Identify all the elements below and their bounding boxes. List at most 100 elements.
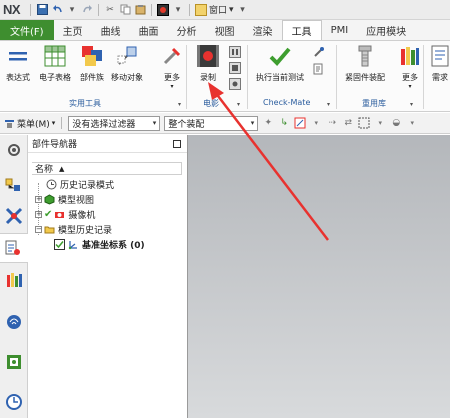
record-button[interactable]: 录制 <box>196 44 220 83</box>
tree-node-datum-csys[interactable]: 基准坐标系 (0) <box>32 237 186 252</box>
divider <box>247 45 248 109</box>
redo-icon[interactable] <box>81 4 93 16</box>
selection-scope-dropdown[interactable]: 整个装配 ▾ <box>164 115 259 131</box>
checkmark-icon: ✔ <box>44 209 53 220</box>
move-object-button[interactable]: 移动对象 <box>111 44 143 83</box>
tree-node-model-history[interactable]: − 模型历史记录 <box>32 222 186 237</box>
menu-button[interactable]: 菜单(M) ▾ <box>4 117 55 130</box>
graphics-window[interactable] <box>188 135 450 418</box>
tree-node-label: 基准坐标系 (0) <box>82 241 145 251</box>
navigator-title: 部件导航器 <box>32 140 78 150</box>
expand-icon[interactable]: + <box>35 211 42 218</box>
capture-icon[interactable] <box>229 78 241 90</box>
menu-label: 菜单(M) <box>17 119 50 130</box>
copy-icon[interactable] <box>119 4 131 16</box>
constraint-navigator-icon[interactable] <box>5 207 23 225</box>
more-reuse-button[interactable]: 更多 ▾ <box>398 44 422 90</box>
column-name-label: 名称 <box>35 165 54 175</box>
execute-test-button[interactable]: 执行当前测试 <box>256 44 304 83</box>
tab-pmi[interactable]: PMI <box>322 20 358 40</box>
tab-render[interactable]: 渲染 <box>244 20 282 40</box>
chevron-down-icon[interactable]: ▾ <box>237 4 249 16</box>
rectangle-select-icon[interactable] <box>358 117 370 129</box>
expression-label: 表达式 <box>6 73 30 82</box>
folder-icon <box>44 226 55 234</box>
fastener-assembly-button[interactable]: 紧固件装配 <box>345 44 385 83</box>
sort-ascending-icon: ▲ <box>59 164 65 173</box>
tab-applications[interactable]: 应用模块 <box>357 20 415 40</box>
selection-filter-dropdown[interactable]: 没有选择过滤器 ▾ <box>68 115 161 131</box>
chevron-down-icon[interactable]: ▾ <box>178 101 181 108</box>
record-label: 录制 <box>200 73 216 82</box>
reuse-library-icon[interactable] <box>5 271 23 289</box>
assembly-navigator-icon[interactable] <box>5 176 23 194</box>
curve-rule-icon[interactable]: ⇢ <box>326 117 338 129</box>
camera-icon <box>55 212 65 218</box>
tab-view[interactable]: 视图 <box>206 20 244 40</box>
cut-icon[interactable]: ✂ <box>104 4 116 16</box>
group-label-utility: 实用工具 <box>69 99 101 108</box>
chevron-down-icon[interactable]: ▾ <box>410 101 413 108</box>
divider <box>61 117 63 129</box>
tab-analysis[interactable]: 分析 <box>168 20 206 40</box>
stop-icon[interactable] <box>229 62 241 74</box>
face-rule-icon[interactable]: ⇄ <box>342 117 354 129</box>
undo-icon[interactable] <box>51 4 63 16</box>
expression-button[interactable]: 表达式 <box>6 44 30 83</box>
navigator-tree: 历史记录模式 + 模型视图 + ✔ 摄像机 − 模型历史记录 基准坐标系 (0) <box>32 177 186 252</box>
maximize-icon[interactable] <box>173 139 181 148</box>
checkbox-checked-icon[interactable] <box>54 239 65 250</box>
move-object-label: 移动对象 <box>111 73 143 82</box>
ribbon-tabs: 文件(F) 主页 曲线 曲面 分析 视图 渲染 工具 PMI 应用模块 <box>0 20 450 40</box>
check-icon <box>269 47 291 66</box>
collapse-icon[interactable]: − <box>35 226 42 233</box>
checkmate-report-icon[interactable] <box>313 63 325 75</box>
divider <box>423 45 424 109</box>
window-menu[interactable]: 窗口 ▾ <box>195 3 234 16</box>
chevron-down-icon[interactable]: ▾ <box>327 101 330 108</box>
tree-node-model-views[interactable]: + 模型视图 <box>32 192 186 207</box>
column-header-name[interactable]: 名称 ▲ <box>32 162 182 175</box>
spreadsheet-label: 电子表格 <box>39 73 71 82</box>
library-icon <box>401 47 419 65</box>
checkmate-tool-icon[interactable] <box>313 46 325 58</box>
gear-icon[interactable] <box>5 141 23 159</box>
clock-icon[interactable] <box>5 393 23 411</box>
expand-icon[interactable]: + <box>35 196 42 203</box>
chevron-down-icon[interactable]: ▾ <box>237 101 240 108</box>
tab-surface[interactable]: 曲面 <box>130 20 168 40</box>
tab-home[interactable]: 主页 <box>54 20 92 40</box>
view-icon[interactable]: ◒ <box>390 117 402 129</box>
tree-node-history-mode[interactable]: 历史记录模式 <box>32 177 186 192</box>
chevron-down-icon[interactable]: ▾ <box>406 117 418 129</box>
chevron-down-icon[interactable]: ▾ <box>172 4 184 16</box>
part-family-label: 部件族 <box>80 73 104 82</box>
group-label-reuse: 重用库 <box>362 99 386 108</box>
ribbon-panel: 表达式 电子表格 部件族 移动对象 更多 ▾ 实用工具 ▾ 录制 电影 ▾ 执行… <box>0 40 450 112</box>
more-utility-label: 更多 <box>164 73 180 82</box>
select-by-icon[interactable]: ↳ <box>278 117 290 129</box>
record-icon[interactable] <box>157 3 169 16</box>
history-palette-icon[interactable] <box>5 353 23 371</box>
spreadsheet-button[interactable]: 电子表格 <box>39 44 71 83</box>
tree-node-cameras[interactable]: + ✔ 摄像机 <box>32 207 186 222</box>
chevron-down-icon[interactable]: ▾ <box>374 117 386 129</box>
snap-icon[interactable]: ✦ <box>262 117 274 129</box>
active-resource-tab[interactable] <box>0 233 28 263</box>
chevron-down-icon: ▾ <box>250 119 255 127</box>
requirements-button[interactable]: 需求 <box>428 44 450 83</box>
tab-tools[interactable]: 工具 <box>281 20 322 40</box>
more-utility-button[interactable]: 更多 ▾ <box>160 44 184 90</box>
chevron-down-icon[interactable]: ▾ <box>310 117 322 129</box>
datum-csys-icon <box>68 241 77 250</box>
paste-icon[interactable] <box>134 4 146 16</box>
chevron-down-icon: ▾ <box>51 119 56 127</box>
tab-curve[interactable]: 曲线 <box>92 20 130 40</box>
save-icon[interactable] <box>36 4 48 16</box>
part-family-button[interactable]: 部件族 <box>80 44 104 83</box>
tab-file[interactable]: 文件(F) <box>0 20 54 40</box>
chevron-down-icon[interactable]: ▾ <box>66 4 78 16</box>
general-select-icon[interactable] <box>294 117 306 129</box>
pause-icon[interactable] <box>229 46 241 58</box>
web-browser-icon[interactable] <box>5 313 23 331</box>
